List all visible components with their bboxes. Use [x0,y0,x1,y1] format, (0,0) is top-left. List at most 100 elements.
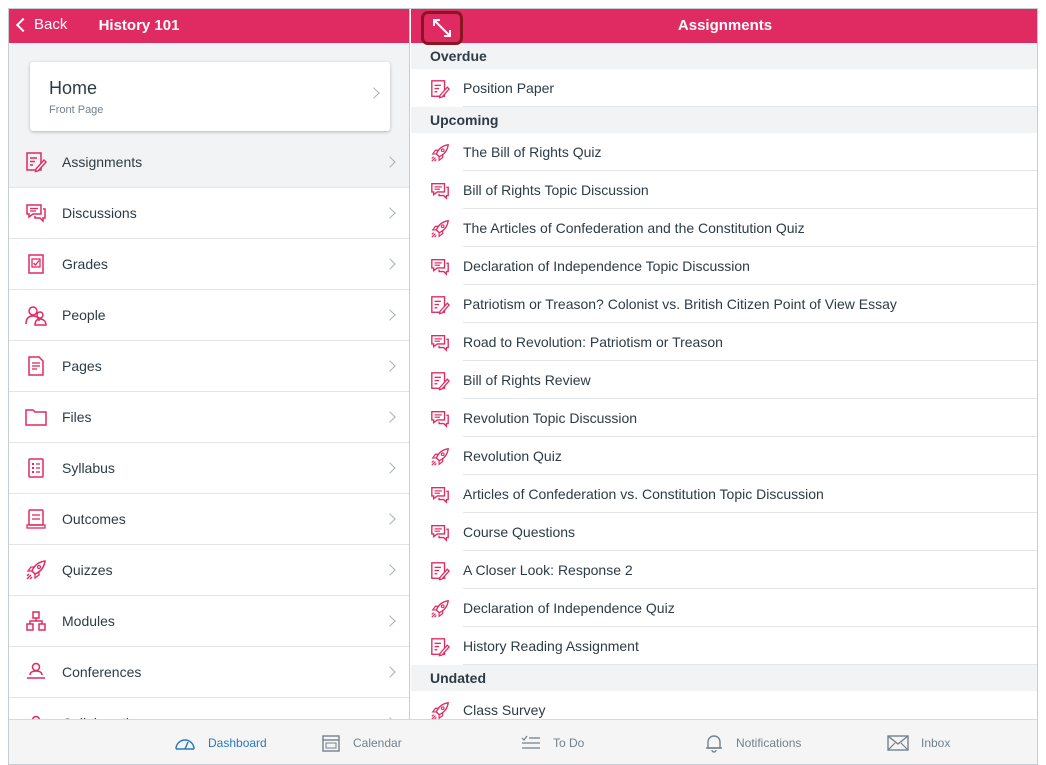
assignment-icon [430,371,450,391]
tab-calendar[interactable]: Calendar [321,720,402,764]
assignment-row[interactable]: Declaration of Independence Topic Discus… [411,247,1037,285]
assignment-title: The Bill of Rights Quiz [463,144,602,160]
assignment-title: The Articles of Confederation and the Co… [463,220,805,236]
tab-inbox[interactable]: Inbox [887,720,950,764]
sidebar-item-label: Outcomes [62,511,126,527]
todo-icon [521,735,547,751]
sidebar-item-label: Files [62,409,92,425]
sidebar-item-modules[interactable]: Modules [9,596,409,647]
sidebar-item-quizzes[interactable]: Quizzes [9,545,409,596]
assignment-icon [430,295,450,315]
course-title: History 101 [98,17,180,34]
assignment-title: Declaration of Independence Quiz [463,600,675,616]
sidebar-item-discussions[interactable]: Discussions [9,188,409,239]
assignment-title: Patriotism or Treason? Colonist vs. Brit… [463,296,897,312]
quiz-icon [25,559,47,581]
sidebar-item-label: Pages [62,358,102,374]
assignment-row[interactable]: The Articles of Confederation and the Co… [411,209,1037,247]
assignments-header: Assignments [411,9,1037,45]
quiz-icon [430,143,450,163]
section-header-undated: Undated [411,665,1037,691]
chevron-right-icon [384,207,396,219]
assignments-panel: Assignments Overdue Position Paper Upcomin… [411,9,1037,719]
assignment-row[interactable]: Patriotism or Treason? Colonist vs. Brit… [411,285,1037,323]
assignment-row[interactable]: The Bill of Rights Quiz [411,133,1037,171]
assignment-title: Course Questions [463,524,576,540]
discussion-icon [430,181,450,201]
course-nav-list: Assignments Discussions Grades People Pages F… [9,137,409,719]
sidebar-item-outcomes[interactable]: Outcomes [9,494,409,545]
home-card[interactable]: Home Front Page [30,62,390,131]
sidebar-item-label: Grades [62,256,108,272]
assignment-row[interactable]: Revolution Quiz [411,437,1037,475]
tab-notifications[interactable]: Notifications [704,720,802,764]
bell-icon [704,733,730,753]
assignment-row[interactable]: History Reading Assignment [411,627,1037,665]
assignment-row[interactable]: Revolution Topic Discussion [411,399,1037,437]
sidebar-item-syllabus[interactable]: Syllabus [9,443,409,494]
chevron-right-icon [384,666,396,678]
grades-icon [25,253,47,275]
assignment-row[interactable]: Declaration of Independence Quiz [411,589,1037,627]
sidebar-item-pages[interactable]: Pages [9,341,409,392]
sidebar-item-people[interactable]: People [9,290,409,341]
assignment-title: Revolution Topic Discussion [463,410,638,426]
assignment-title: Declaration of Independence Topic Discus… [463,258,750,274]
assignment-row[interactable]: Class Survey [411,691,1037,719]
discussion-icon [430,485,450,505]
sidebar-item-label: Conferences [62,664,142,680]
course-header: Back History 101 [9,9,409,43]
tab-to-do[interactable]: To Do [521,720,585,764]
discussion-icon [25,202,47,224]
collaborations-icon [25,712,47,719]
tab-label: Notifications [736,736,802,750]
discussion-icon [430,257,450,277]
assignment-title: Bill of Rights Topic Discussion [463,182,649,198]
section-header-overdue: Overdue [411,43,1037,69]
modules-icon [25,610,47,632]
sidebar-item-grades[interactable]: Grades [9,239,409,290]
section-header-upcoming: Upcoming [411,107,1037,133]
assignment-row[interactable]: Position Paper [411,69,1037,107]
course-navigation-panel: Back History 101 Home Front Page Assignm… [9,9,410,719]
quiz-icon [430,599,450,619]
sidebar-item-label: Quizzes [62,562,113,578]
chevron-right-icon [384,309,396,321]
chevron-right-icon [384,360,396,372]
discussion-icon [430,523,450,543]
home-title: Home [49,78,98,98]
assignment-title: Bill of Rights Review [463,372,591,388]
assignment-row[interactable]: Bill of Rights Topic Discussion [411,171,1037,209]
sidebar-item-assignments[interactable]: Assignments [9,137,409,188]
assignment-title: Articles of Confederation vs. Constituti… [463,486,824,502]
sidebar-item-collaborations[interactable]: Collaborations [9,698,409,719]
assignment-icon [430,79,450,99]
tab-dashboard[interactable]: Dashboard [174,720,267,764]
home-subtitle: Front Page [49,104,104,116]
assignment-list: Overdue Position Paper Upcoming The Bill of… [411,43,1037,719]
app-window: Back History 101 Home Front Page Assignm… [8,8,1038,765]
quiz-icon [430,219,450,239]
sidebar-item-label: People [62,307,106,323]
assignment-title: Class Survey [463,702,546,718]
sidebar-item-label: Modules [62,613,115,629]
sidebar-item-label: Discussions [62,205,137,221]
chevron-right-icon [384,411,396,423]
assignment-icon [430,637,450,657]
chevron-right-icon [384,564,396,576]
sidebar-item-conferences[interactable]: Conferences [9,647,409,698]
sidebar-item-label: Assignments [62,154,143,170]
assignment-title: Position Paper [463,80,555,96]
chevron-right-icon [368,87,380,99]
page-title: Assignments [677,17,773,34]
discussion-icon [430,333,450,353]
assignment-row[interactable]: Articles of Confederation vs. Constituti… [411,475,1037,513]
assignment-row[interactable]: Course Questions [411,513,1037,551]
tab-label: To Do [553,736,585,750]
sidebar-item-files[interactable]: Files [9,392,409,443]
assignment-row[interactable]: Road to Revolution: Patriotism or Treaso… [411,323,1037,361]
assignment-row[interactable]: A Closer Look: Response 2 [411,551,1037,589]
assignment-icon [430,561,450,581]
people-icon [25,304,47,326]
assignment-row[interactable]: Bill of Rights Review [411,361,1037,399]
